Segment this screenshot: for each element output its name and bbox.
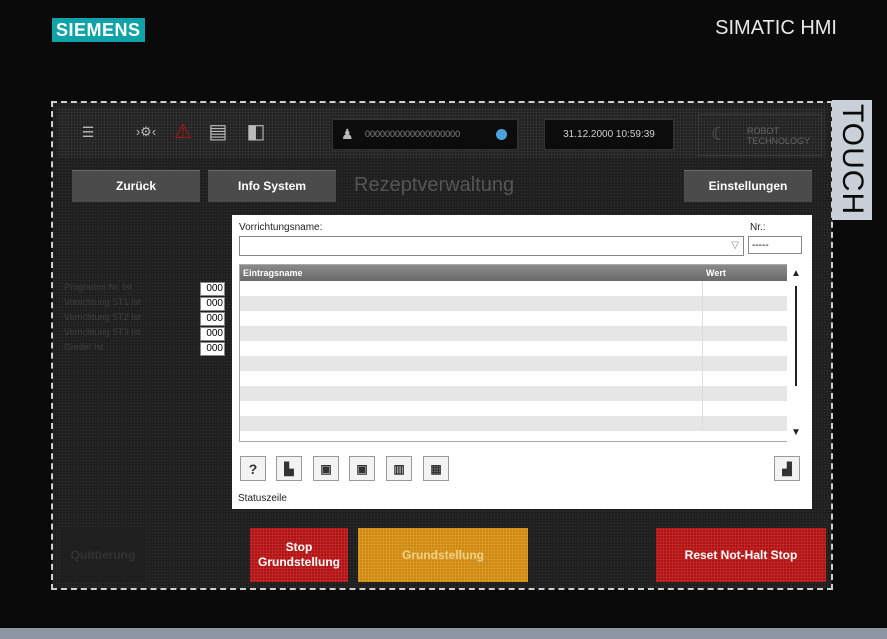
sync-icon[interactable]: ▦: [423, 456, 449, 481]
new-recipe-icon[interactable]: ▙: [276, 456, 302, 481]
hmi-screen: ☰ ›⚙‹ ⚠ ▤ ◧ ♟ 0000000000000000000 31.12.…: [51, 101, 833, 590]
acknowledge-button[interactable]: Quittierung: [60, 528, 146, 582]
table-row[interactable]: [240, 386, 787, 401]
touch-label: TOUCH: [832, 100, 872, 220]
robot-arm-icon[interactable]: ›⚙‹: [132, 118, 160, 146]
delete-icon[interactable]: ▥: [386, 456, 412, 481]
save-as-icon[interactable]: ▣: [349, 456, 375, 481]
info-system-button[interactable]: Info System: [208, 170, 336, 202]
left-value: 000: [200, 342, 225, 356]
user-field[interactable]: ♟ 0000000000000000000: [332, 119, 518, 150]
chevron-down-icon: ▽: [731, 240, 739, 251]
menu-icon[interactable]: ☰: [74, 118, 102, 146]
table-row[interactable]: [240, 371, 787, 386]
table-row[interactable]: [240, 296, 787, 311]
scroll-down-icon[interactable]: ▼: [791, 427, 801, 438]
column-header-name: Eintragsname: [243, 268, 303, 278]
help-icon[interactable]: ?: [240, 456, 266, 481]
table-row[interactable]: [240, 311, 787, 326]
recipe-name-label: Vorrichtungsname:: [239, 222, 323, 233]
page-title: Rezeptverwaltung: [354, 174, 515, 196]
left-value: 000: [200, 282, 225, 296]
home-position-button[interactable]: Grundstellung: [358, 528, 528, 582]
scroll-thumb[interactable]: [795, 286, 797, 386]
door-icon[interactable]: ◧: [242, 118, 270, 146]
recipe-panel: Vorrichtungsname: Nr.: ▽ ----- Eintragsn…: [232, 215, 812, 509]
table-row[interactable]: [240, 326, 787, 341]
robot-technology-logo: ☾ ROBOT TECHNOLOGY: [698, 114, 822, 156]
left-value: 000: [200, 297, 225, 311]
save-icon[interactable]: ▣: [313, 456, 339, 481]
left-label: Vorrichtung ST3 Ist: [64, 327, 141, 337]
left-value: 000: [200, 327, 225, 341]
recipe-table[interactable]: Eintragsname Wert: [239, 264, 788, 442]
status-line: Statuszeile: [238, 493, 287, 504]
table-row[interactable]: [240, 416, 787, 431]
settings-button[interactable]: Einstellungen: [684, 170, 812, 202]
hmi-bezel: SIEMENS SIMATIC HMI TOUCH ☰ ›⚙‹ ⚠ ▤ ◧ ♟ …: [0, 0, 887, 628]
table-row[interactable]: [240, 281, 787, 296]
scroll-up-icon[interactable]: ▲: [791, 268, 801, 279]
warning-icon[interactable]: ⚠: [169, 118, 197, 146]
left-label: Programm Nr. Ist: [64, 282, 133, 292]
bezel-bottom: [0, 628, 887, 639]
list-icon[interactable]: ▤: [204, 118, 232, 146]
user-icon: ♟: [341, 126, 354, 142]
recipe-name-select[interactable]: ▽: [239, 236, 744, 256]
product-title: SIMATIC HMI: [715, 17, 837, 39]
datetime-display: 31.12.2000 10:59:39: [544, 119, 674, 150]
column-header-value: Wert: [706, 268, 726, 278]
top-bar: ☰ ›⚙‹ ⚠ ▤ ◧ ♟ 0000000000000000000 31.12.…: [58, 108, 826, 158]
table-scrollbar[interactable]: ▲ ▼: [787, 264, 805, 442]
table-row[interactable]: [240, 341, 787, 356]
stop-home-button[interactable]: Stop Grundstellung: [250, 528, 348, 582]
siemens-logo: SIEMENS: [52, 18, 145, 42]
nr-label: Nr.:: [750, 222, 766, 233]
back-button[interactable]: Zurück: [72, 170, 200, 202]
robot-logo-icon: ☾: [711, 124, 728, 144]
refresh-icon[interactable]: [496, 129, 507, 140]
left-label: Greifer Ist: [64, 342, 104, 352]
transfer-icon[interactable]: ▟: [774, 456, 800, 481]
left-label: Vorrichtung ST1 Ist: [64, 297, 141, 307]
user-value: 0000000000000000000: [365, 129, 461, 139]
recipe-nr-field[interactable]: -----: [748, 236, 802, 254]
table-row[interactable]: [240, 356, 787, 371]
reset-emergency-stop-button[interactable]: Reset Not-Halt Stop: [656, 528, 826, 582]
left-label: Vorrichtung ST2 Ist: [64, 312, 141, 322]
table-header: Eintragsname Wert: [240, 265, 787, 281]
table-row[interactable]: [240, 401, 787, 416]
left-value: 000: [200, 312, 225, 326]
